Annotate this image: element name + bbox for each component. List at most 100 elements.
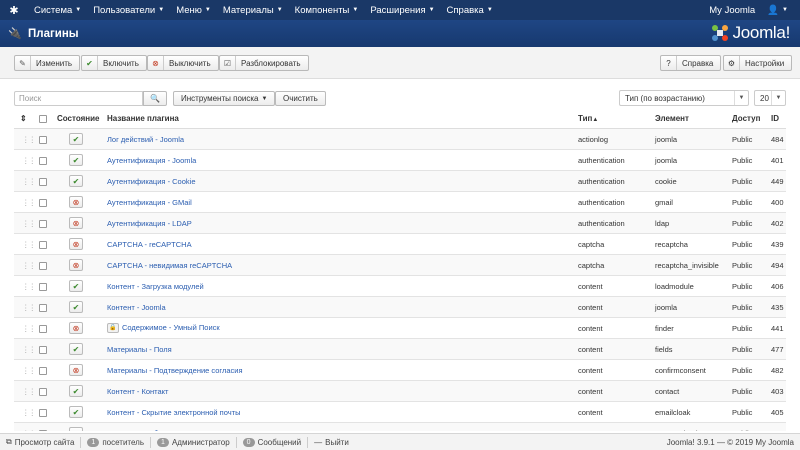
plugin-name-link[interactable]: Контент - Разбиение на страницы [107, 429, 225, 431]
disabled-status-button[interactable]: ⊗ [69, 322, 83, 334]
drag-handle-icon[interactable]: ⋮⋮ [22, 219, 36, 228]
disabled-status-button[interactable]: ⊗ [69, 238, 83, 250]
row-checkbox[interactable] [39, 262, 47, 270]
row-checkbox[interactable] [39, 346, 47, 354]
plugin-name-link[interactable]: Аутентификация - GMail [107, 198, 192, 207]
unlock-button[interactable]: ☑ Разблокировать [219, 55, 309, 71]
nav-menu-item[interactable]: Справка ▼ [441, 0, 499, 20]
enabled-status-button[interactable]: ✔ [69, 301, 83, 313]
messages-link[interactable]: 0 Сообщений [237, 436, 309, 448]
row-checkbox[interactable] [39, 325, 47, 333]
drag-handle-icon[interactable]: ⋮⋮ [22, 198, 36, 207]
nav-menu-item[interactable]: Расширения ▼ [364, 0, 440, 20]
row-checkbox[interactable] [39, 241, 47, 249]
enabled-status-button[interactable]: ✔ [69, 343, 83, 355]
drag-handle-icon[interactable]: ⋮⋮ [22, 429, 36, 431]
nav-menu-item[interactable]: Пользователи ▼ [87, 0, 170, 20]
row-checkbox[interactable] [39, 430, 47, 431]
ordering-sort-icon[interactable]: ⇕ [20, 114, 27, 123]
options-button[interactable]: ⚙ Настройки [723, 55, 793, 71]
nav-menu-item[interactable]: Материалы ▼ [217, 0, 289, 20]
drag-handle-icon[interactable]: ⋮⋮ [22, 324, 36, 333]
drag-handle-icon[interactable]: ⋮⋮ [22, 261, 36, 270]
drag-handle-icon[interactable]: ⋮⋮ [22, 156, 36, 165]
lock-icon[interactable]: 🔒 [107, 323, 119, 334]
user-icon[interactable]: 👤 ▼ [761, 0, 794, 20]
disabled-status-button[interactable]: ⊗ [69, 196, 83, 208]
admins-link[interactable]: 1 Администратор [151, 436, 237, 448]
row-checkbox[interactable] [39, 409, 47, 417]
logout-link[interactable]: — Выйти [308, 437, 355, 448]
col-status[interactable]: Состояние [57, 114, 99, 123]
search-input[interactable]: Поиск [14, 91, 143, 106]
row-checkbox[interactable] [39, 220, 47, 228]
search-button[interactable]: 🔍 [143, 91, 167, 106]
plugin-name-link[interactable]: Контент - Загрузка модулей [107, 282, 204, 291]
enabled-status-button[interactable]: ✔ [69, 175, 83, 187]
site-link[interactable]: My Joomla [703, 0, 761, 20]
row-checkbox[interactable] [39, 304, 47, 312]
select-all-checkbox[interactable] [39, 115, 47, 123]
plugin-name-link[interactable]: Контент - Скрытие электронной почты [107, 408, 240, 417]
enabled-status-button[interactable]: ✔ [69, 154, 83, 166]
element-cell: joomla [655, 156, 678, 165]
nav-menu-item[interactable]: Компоненты ▼ [289, 0, 365, 20]
search-tools-label: Инструменты поиска [181, 94, 259, 103]
enabled-status-button[interactable]: ✔ [69, 406, 83, 418]
plugin-name-link[interactable]: Контент - Joomla [107, 303, 166, 312]
disable-button[interactable]: ⊗ Выключить [147, 55, 219, 71]
enabled-status-button[interactable]: ✔ [69, 133, 83, 145]
help-button[interactable]: ? Справка [660, 55, 722, 71]
enable-button[interactable]: ✔ Включить [81, 55, 147, 71]
plugin-name-link[interactable]: Аутентификация - Cookie [107, 177, 196, 186]
drag-handle-icon[interactable]: ⋮⋮ [22, 177, 36, 186]
plugin-name-link[interactable]: Контент - Контакт [107, 387, 168, 396]
col-element[interactable]: Элемент [655, 114, 689, 123]
drag-handle-icon[interactable]: ⋮⋮ [22, 135, 36, 144]
col-name[interactable]: Название плагина [107, 114, 179, 123]
row-checkbox[interactable] [39, 199, 47, 207]
plugin-name-link[interactable]: Материалы - Поля [107, 345, 172, 354]
messages-label: Сообщений [257, 437, 302, 447]
drag-handle-icon[interactable]: ⋮⋮ [22, 345, 36, 354]
col-id[interactable]: ID [771, 114, 779, 123]
row-checkbox[interactable] [39, 178, 47, 186]
nav-menu-item[interactable]: Система ▼ [28, 0, 87, 20]
drag-handle-icon[interactable]: ⋮⋮ [22, 387, 36, 396]
drag-handle-icon[interactable]: ⋮⋮ [22, 240, 36, 249]
plugin-name-link[interactable]: Содержимое - Умный Поиск [122, 323, 220, 332]
plugin-name-link[interactable]: Материалы - Подтверждение согласия [107, 366, 243, 375]
sort-select[interactable]: Тип (по возрастанию) ▼ [619, 90, 749, 106]
plugin-name-link[interactable]: CAPTCHA - невидимая reCAPTCHA [107, 261, 232, 270]
row-checkbox[interactable] [39, 157, 47, 165]
drag-handle-icon[interactable]: ⋮⋮ [22, 366, 36, 375]
disabled-status-button[interactable]: ⊗ [69, 259, 83, 271]
clear-button[interactable]: Очистить [275, 91, 326, 106]
drag-handle-icon[interactable]: ⋮⋮ [22, 303, 36, 312]
drag-handle-icon[interactable]: ⋮⋮ [22, 282, 36, 291]
nav-menu-label: Меню [176, 4, 202, 16]
row-checkbox[interactable] [39, 136, 47, 144]
view-site-link[interactable]: ⧉ Просмотр сайта [0, 436, 82, 448]
row-checkbox[interactable] [39, 283, 47, 291]
row-checkbox[interactable] [39, 388, 47, 396]
col-access[interactable]: Доступ [732, 114, 760, 123]
limit-select[interactable]: 20 ▼ [754, 90, 786, 106]
joomla-menu-icon[interactable]: ✱ [0, 0, 28, 20]
drag-handle-icon[interactable]: ⋮⋮ [22, 408, 36, 417]
disabled-status-button[interactable]: ⊗ [69, 364, 83, 376]
enabled-status-button[interactable]: ✔ [69, 280, 83, 292]
nav-menu-item[interactable]: Меню ▼ [170, 0, 217, 20]
plugin-name-link[interactable]: Аутентификация - LDAP [107, 219, 192, 228]
plugin-name-link[interactable]: CAPTCHA - reCAPTCHA [107, 240, 192, 249]
disabled-status-button[interactable]: ⊗ [69, 217, 83, 229]
row-checkbox[interactable] [39, 367, 47, 375]
enabled-status-button[interactable]: ✔ [69, 427, 83, 431]
visitors-link[interactable]: 1 посетитель [81, 436, 152, 448]
edit-button[interactable]: ✎ Изменить [14, 55, 81, 71]
enabled-status-button[interactable]: ✔ [69, 385, 83, 397]
search-tools-button[interactable]: Инструменты поиска ▼ [173, 91, 276, 106]
col-type[interactable]: Тип▲ [578, 114, 598, 123]
plugin-name-link[interactable]: Аутентификация - Joomla [107, 156, 196, 165]
plugin-name-link[interactable]: Лог действий - Joomla [107, 135, 184, 144]
